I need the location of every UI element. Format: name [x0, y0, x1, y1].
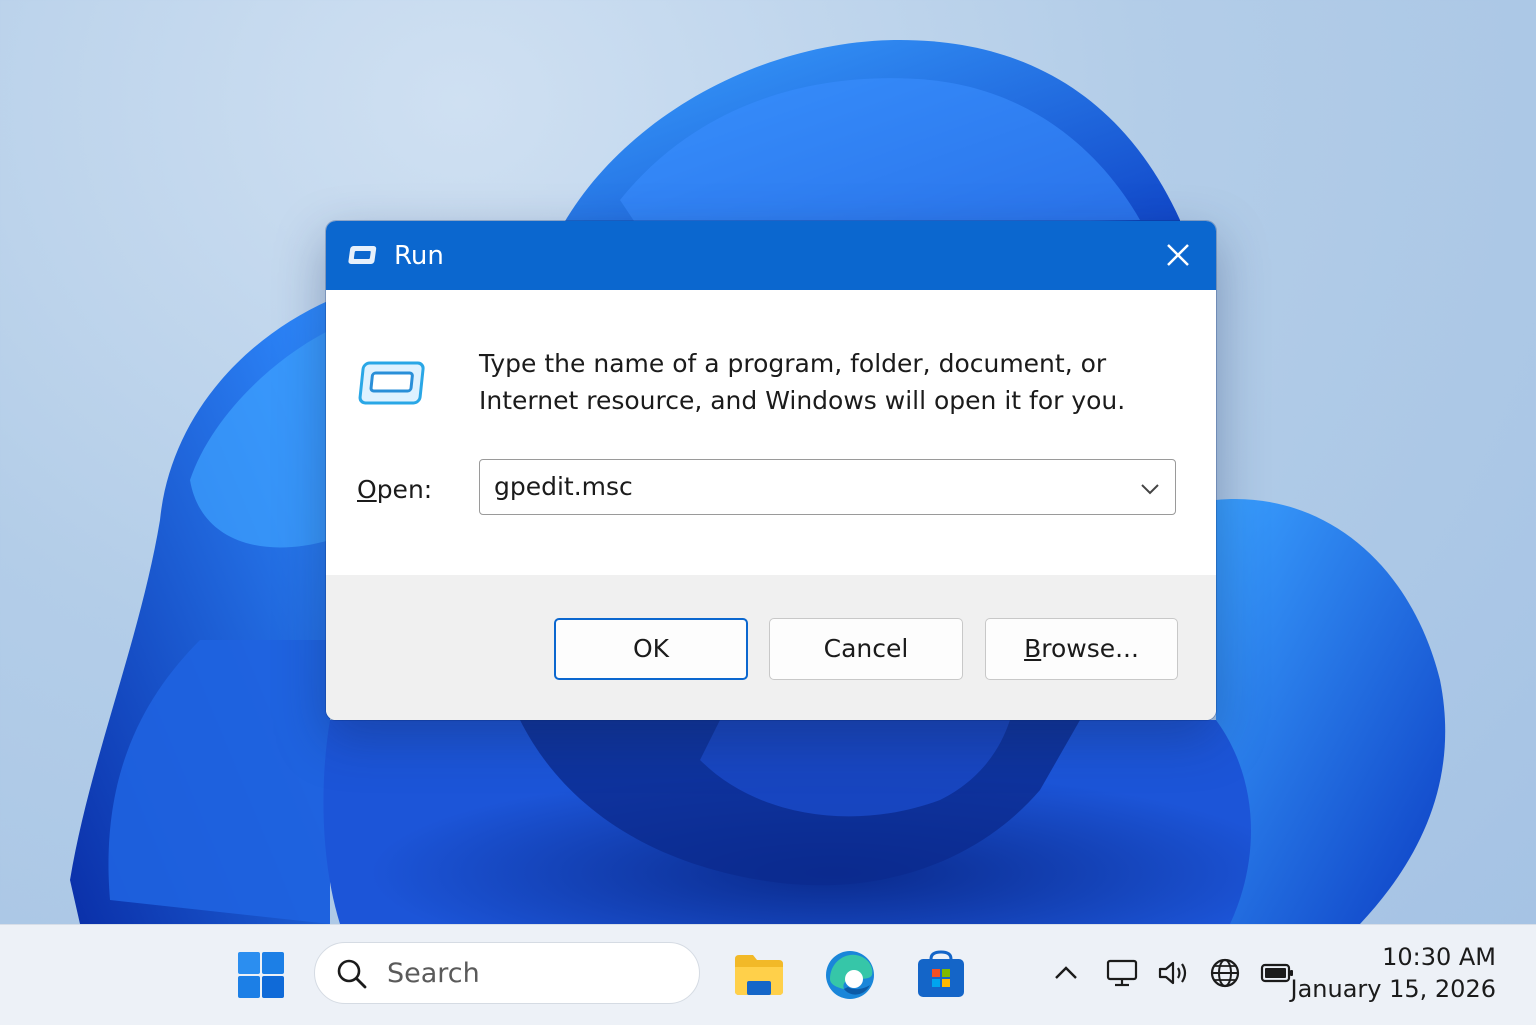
volume-icon[interactable] [1156, 955, 1192, 991]
title-bar[interactable]: Run [326, 221, 1216, 290]
run-dialog: Run Type the name of a program, folder, … [326, 221, 1216, 720]
clock-time: 10:30 AM [1382, 943, 1496, 971]
clock-date: January 15, 2026 [1290, 975, 1497, 1003]
run-icon [358, 361, 425, 405]
file-explorer-icon[interactable] [733, 949, 785, 1001]
browse-button[interactable]: Browse... [985, 618, 1178, 680]
search-placeholder: Search [387, 958, 480, 989]
microsoft-store-icon[interactable] [915, 949, 967, 1001]
taskbar: Search 10:30 AM January 15, 2026 [0, 924, 1536, 1025]
browse-label: rowse... [1041, 634, 1139, 663]
run-icon [348, 246, 377, 264]
open-combobox[interactable]: gpedit.msc [479, 459, 1176, 515]
taskbar-search[interactable]: Search [314, 942, 700, 1004]
ok-button[interactable]: OK [554, 618, 748, 680]
dialog-footer: OK Cancel Browse... [326, 575, 1216, 720]
search-icon [337, 959, 367, 989]
chevron-down-icon[interactable] [1139, 478, 1161, 500]
display-icon[interactable] [1104, 955, 1140, 991]
taskbar-clock[interactable]: 10:30 AM January 15, 2026 [1291, 941, 1497, 1005]
dialog-body: Type the name of a program, folder, docu… [326, 290, 1216, 575]
open-input[interactable]: gpedit.msc [494, 471, 633, 503]
close-icon[interactable] [1158, 235, 1198, 275]
open-label-accelerator: O [357, 475, 377, 504]
chevron-up-icon[interactable] [1048, 955, 1084, 991]
open-label: Open: [357, 474, 432, 506]
edge-icon[interactable] [824, 949, 876, 1001]
dialog-description: Type the name of a program, folder, docu… [479, 349, 1126, 415]
browse-accelerator: B [1024, 634, 1042, 663]
cancel-button[interactable]: Cancel [769, 618, 963, 680]
start-icon[interactable] [236, 950, 286, 1000]
dialog-title: Run [394, 241, 444, 271]
open-label-text: pen: [376, 475, 433, 504]
globe-icon[interactable] [1207, 955, 1243, 991]
